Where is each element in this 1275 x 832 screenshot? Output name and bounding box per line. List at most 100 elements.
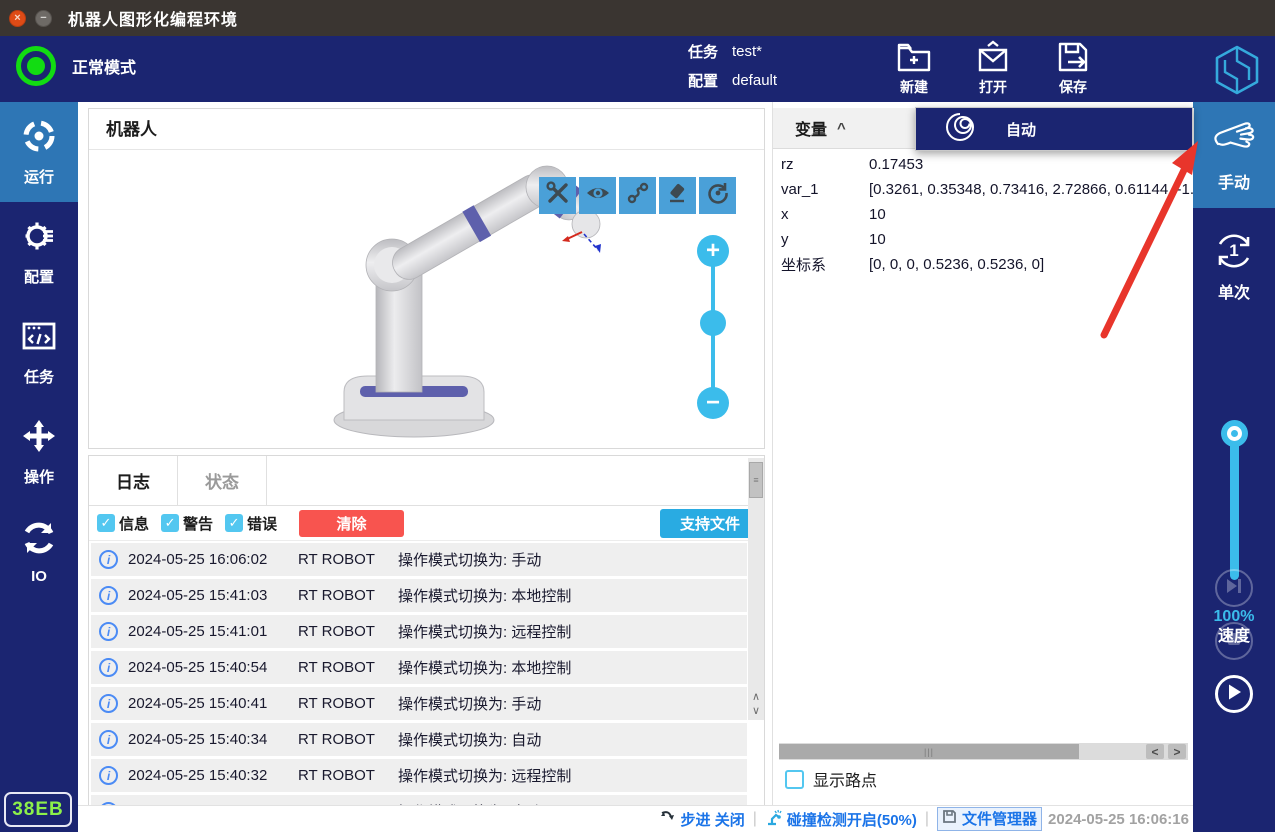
log-scrollbar-thumb[interactable]: ≡: [749, 462, 763, 498]
variable-row[interactable]: x 10: [773, 202, 1194, 227]
log-filter-row: ✓ 信息 ✓ 警告 ✓ 错误 清除: [89, 506, 764, 541]
variable-row[interactable]: var_1 [0.3261, 0.35348, 0.73416, 2.72866…: [773, 177, 1194, 202]
tools-button[interactable]: [539, 177, 576, 214]
hand-icon: [1208, 118, 1260, 163]
speed-slider-knob[interactable]: [1221, 420, 1248, 447]
step-arrow-icon: [660, 810, 676, 829]
variable-name: 坐标系: [773, 254, 869, 275]
info-icon: i: [99, 586, 118, 605]
log-filter-checkbox[interactable]: ✓ 错误: [225, 513, 277, 534]
log-message: 操作模式切换为: 手动: [398, 693, 747, 714]
log-list: i 2024-05-25 16:06:02 RT ROBOT 操作模式切换为: …: [89, 541, 764, 805]
log-filter-checkbox[interactable]: ✓ 信息: [97, 513, 149, 534]
collision-detect-toggle[interactable]: 碰撞检测开启(50%): [765, 809, 917, 830]
support-files-button[interactable]: 支持文件: [660, 509, 760, 538]
scroll-down-icon[interactable]: ∨: [748, 704, 764, 718]
new-button[interactable]: 新建: [882, 40, 946, 97]
variables-hscrollbar[interactable]: ||| < >: [779, 743, 1188, 760]
run-icon: [21, 118, 57, 159]
variables-title: 变量: [795, 116, 827, 140]
open-button[interactable]: 打开: [961, 40, 1025, 97]
main-area: 机器人: [78, 102, 1193, 832]
single-cycle-button[interactable]: 1 单次: [1193, 224, 1275, 308]
log-source: RT ROBOT: [298, 587, 398, 604]
variables-hscrollbar-thumb[interactable]: |||: [779, 744, 1079, 759]
clear-log-button[interactable]: 清除: [299, 510, 404, 537]
log-source: RT ROBOT: [298, 551, 398, 568]
task-value: test*: [732, 43, 762, 60]
code-window-icon: [21, 318, 57, 359]
log-row[interactable]: i 2024-05-25 16:06:02 RT ROBOT 操作模式切换为: …: [91, 543, 747, 576]
task-config: 任务 test* 配置 default: [688, 41, 777, 99]
sidebar-item-task[interactable]: 任务: [0, 302, 78, 402]
move-arrows-icon: [21, 418, 57, 459]
close-icon[interactable]: ×: [9, 10, 26, 27]
info-icon: i: [99, 622, 118, 641]
variable-row[interactable]: rz 0.17453: [773, 152, 1194, 177]
log-row[interactable]: i 2024-05-25 15:40:34 RT ROBOT 操作模式切换为: …: [91, 723, 747, 756]
step-forward-icon: [1225, 578, 1243, 599]
log-row[interactable]: i 2024-05-25 15:40:41 RT ROBOT 操作模式切换为: …: [91, 687, 747, 720]
step-forward-button[interactable]: [1215, 569, 1253, 607]
sidebar-item-config[interactable]: 配置: [0, 202, 78, 302]
scroll-left-icon[interactable]: <: [1146, 744, 1164, 759]
mode-dropdown-item-auto[interactable]: 自动: [915, 107, 1193, 151]
minimize-icon[interactable]: −: [35, 10, 52, 27]
window-title: 机器人图形化编程环境: [68, 6, 238, 30]
speed-slider-track[interactable]: [1230, 430, 1239, 580]
variable-row[interactable]: 坐标系 [0, 0, 0, 0.5236, 0.5236, 0]: [773, 252, 1194, 277]
variable-value: 0.17453: [869, 156, 1194, 173]
reset-rotate-icon: [706, 181, 730, 210]
zoom-out-button[interactable]: −: [697, 387, 729, 419]
log-timestamp: 2024-05-25 15:40:54: [128, 659, 298, 676]
log-tabs: 日志 状态: [89, 456, 764, 506]
manual-mode-button[interactable]: 手动: [1193, 102, 1275, 208]
info-icon: i: [99, 694, 118, 713]
variable-value: [0, 0, 0, 0.5236, 0.5236, 0]: [869, 256, 1194, 273]
variables-panel: 变量 ^ rz 0.17453 var_1 [0.3261, 0.35348, …: [772, 102, 1193, 805]
status-bar: 步进 关闭 | 碰撞检测开启(50%) | 文件管理器 2024-05-25 1…: [78, 805, 1193, 832]
zoom-in-button[interactable]: +: [697, 235, 729, 267]
variable-row[interactable]: y 10: [773, 227, 1194, 252]
log-row[interactable]: i 2024-05-25 15:40:30 RT ROBOT 操作模式切换为: …: [91, 795, 747, 805]
save-button[interactable]: 保存: [1041, 40, 1105, 97]
play-button[interactable]: [1215, 675, 1253, 713]
save-icon: [1041, 40, 1105, 74]
info-icon: i: [99, 730, 118, 749]
reset-view-button[interactable]: [699, 177, 736, 214]
floppy-icon: [942, 809, 957, 828]
zoom-slider-knob[interactable]: [700, 310, 726, 336]
tab-status[interactable]: 状态: [178, 456, 267, 505]
checkbox-checked-icon: ✓: [225, 514, 243, 532]
robot-3d-view[interactable]: + −: [89, 150, 764, 448]
log-message: 操作模式切换为: 远程控制: [398, 621, 747, 642]
log-scrollbar[interactable]: ≡ ∧ ∨: [748, 458, 764, 720]
log-message: 操作模式切换为: 本地控制: [398, 657, 747, 678]
erase-button[interactable]: [659, 177, 696, 214]
log-row[interactable]: i 2024-05-25 15:41:01 RT ROBOT 操作模式切换为: …: [91, 615, 747, 648]
log-row[interactable]: i 2024-05-25 15:41:03 RT ROBOT 操作模式切换为: …: [91, 579, 747, 612]
log-row[interactable]: i 2024-05-25 15:40:54 RT ROBOT 操作模式切换为: …: [91, 651, 747, 684]
sidebar-item-run[interactable]: 运行: [0, 102, 78, 202]
sidebar-item-io[interactable]: IO: [0, 502, 78, 602]
task-key: 任务: [688, 41, 726, 62]
log-row[interactable]: i 2024-05-25 15:40:32 RT ROBOT 操作模式切换为: …: [91, 759, 747, 792]
show-waypoints-checkbox[interactable]: 显示路点: [785, 767, 877, 791]
stop-button[interactable]: [1215, 622, 1253, 660]
tools-icon: [546, 181, 570, 210]
tab-log[interactable]: 日志: [89, 456, 178, 505]
checkbox-checked-icon: ✓: [161, 514, 179, 532]
path-button[interactable]: [619, 177, 656, 214]
file-manager-button[interactable]: 文件管理器: [937, 807, 1042, 831]
scroll-right-icon[interactable]: >: [1168, 744, 1186, 759]
scroll-up-icon[interactable]: ∧: [748, 690, 764, 704]
log-source: RT ROBOT: [298, 767, 398, 784]
log-message: 操作模式切换为: 自动: [398, 729, 747, 750]
log-filter-checkbox[interactable]: ✓ 警告: [161, 513, 213, 534]
log-message: 操作模式切换为: 本地控制: [398, 585, 747, 606]
visibility-button[interactable]: [579, 177, 616, 214]
mode-indicator: 正常模式: [16, 46, 136, 86]
step-mode-toggle[interactable]: 步进 关闭: [660, 809, 745, 830]
sidebar-item-operate[interactable]: 操作: [0, 402, 78, 502]
io-swap-icon: [21, 520, 57, 561]
